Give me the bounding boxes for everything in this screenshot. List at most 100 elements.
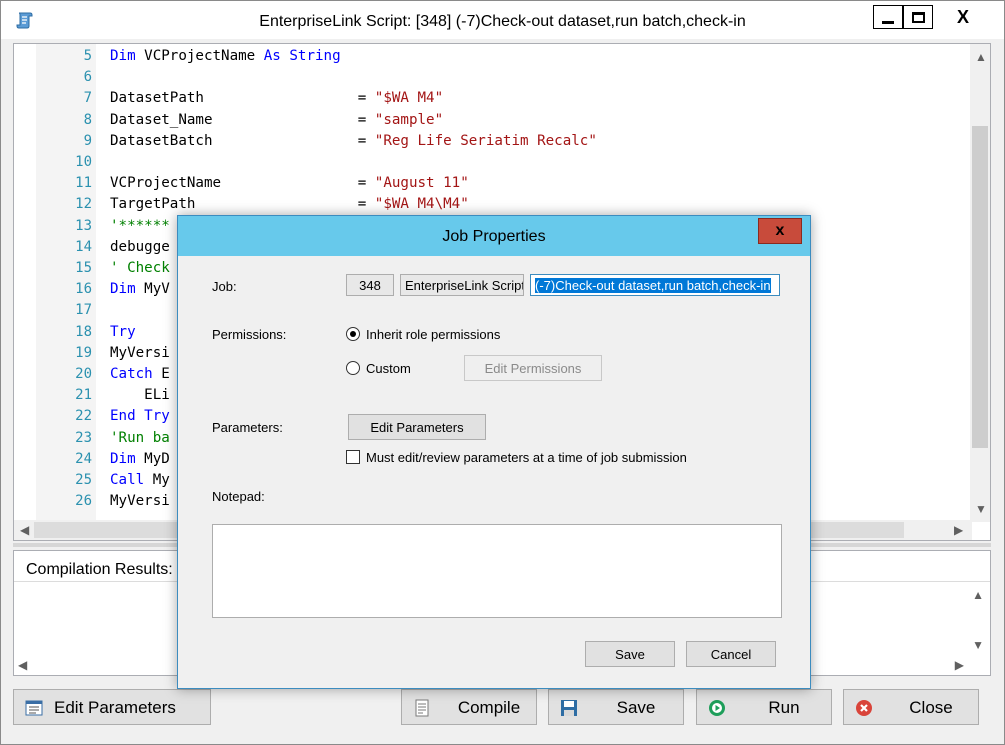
scroll-up-icon[interactable]: ▲ <box>975 50 987 64</box>
results-scroll-right-icon[interactable]: ▶ <box>955 658 964 672</box>
run-button[interactable]: Run <box>696 689 832 725</box>
line-number: 26 <box>75 493 92 510</box>
code-line: TargetPath = "$WA M4\M4" <box>110 196 469 212</box>
code-token: Dim <box>110 281 136 298</box>
code-line: debugge <box>110 239 170 255</box>
minimize-button[interactable] <box>873 5 903 29</box>
editor-gutter: 5 6 7 8 9 10 11 12 13 14 15 16 17 18 19 20 21 22 23 24 25 26 <box>14 44 96 522</box>
results-scroll-down-icon[interactable]: ▼ <box>972 638 984 652</box>
line-number: 10 <box>75 154 92 170</box>
results-scroll-left-icon[interactable]: ◀ <box>18 658 27 672</box>
scroll-left-icon[interactable]: ◀ <box>20 523 29 537</box>
line-number: 20 <box>75 366 92 382</box>
line-number: 14 <box>75 238 92 255</box>
parameters-label: Parameters: <box>212 420 283 435</box>
line-number: 18 <box>75 323 92 340</box>
window-close-button[interactable]: X <box>933 5 993 29</box>
job-type-field: EnterpriseLink Script <box>400 274 524 296</box>
code-line: Dim VCProjectName As String <box>110 48 341 64</box>
dialog-edit-parameters-button[interactable]: Edit Parameters <box>348 414 486 440</box>
compilation-results-label: Compilation Results: <box>26 561 173 578</box>
vertical-scrollbar[interactable]: ▲ ▼ <box>970 44 990 522</box>
close-button[interactable]: Close <box>843 689 979 725</box>
code-line: '****** <box>110 218 170 234</box>
inherit-permissions-radio[interactable] <box>346 327 360 341</box>
notepad-textarea[interactable] <box>212 524 782 618</box>
line-number: 15 <box>75 260 92 276</box>
line-number: 7 <box>83 90 92 107</box>
line-number: 12 <box>75 196 92 213</box>
code-line: Try <box>110 324 136 340</box>
minimize-icon <box>882 20 894 24</box>
line-number: 11 <box>75 175 92 192</box>
title-bar: EnterpriseLink Script: [348] (-7)Check-o… <box>1 1 1004 39</box>
custom-permissions-radio[interactable] <box>346 361 360 375</box>
job-label: Job: <box>212 279 237 294</box>
line-number: 22 <box>75 408 92 425</box>
code-token: Dataset_Name = <box>110 111 375 128</box>
code-line: ELi <box>110 387 170 403</box>
line-number: 21 <box>75 387 92 404</box>
job-properties-dialog: Job Properties x Job: 348 EnterpriseLink… <box>177 215 811 689</box>
dialog-close-button[interactable]: x <box>758 218 802 244</box>
code-token: ELi <box>110 387 170 404</box>
code-token: TargetPath = <box>110 196 375 213</box>
code-line: DatasetBatch = "Reg Life Seriatim Recalc… <box>110 133 597 149</box>
dialog-cancel-button[interactable]: Cancel <box>686 641 776 667</box>
compile-button[interactable]: Compile <box>401 689 537 725</box>
code-token: "$WA M4\M4" <box>374 196 469 213</box>
code-token: Try <box>110 323 136 340</box>
code-token: MyVersi <box>110 344 170 361</box>
must-edit-parameters-checkbox[interactable] <box>346 450 360 464</box>
line-number: 5 <box>83 48 92 64</box>
code-token: Call <box>110 472 145 488</box>
code-token: MyVersi <box>110 493 170 510</box>
line-number: 17 <box>75 302 92 319</box>
parameters-list-icon <box>25 700 43 716</box>
job-name-field[interactable]: (-7)Check-out dataset,run batch,check-in <box>530 274 780 296</box>
line-number: 16 <box>75 281 92 298</box>
code-token: "August 11" <box>374 175 469 192</box>
save-label: Save <box>616 698 656 717</box>
code-token: My <box>144 472 170 488</box>
code-token: 'Run ba <box>110 429 170 446</box>
line-number: 6 <box>83 69 92 86</box>
results-scroll-up-icon[interactable]: ▲ <box>972 588 984 602</box>
vertical-scroll-thumb[interactable] <box>972 126 988 448</box>
dialog-save-button[interactable]: Save <box>585 641 675 667</box>
maximize-icon <box>911 11 925 23</box>
code-line: Catch E <box>110 366 170 382</box>
edit-parameters-button[interactable]: Edit Parameters <box>13 689 211 725</box>
code-token: "$WA M4" <box>374 90 444 107</box>
code-token: debugge <box>110 238 170 255</box>
scroll-down-icon[interactable]: ▼ <box>975 502 987 516</box>
code-token: End Try <box>110 408 170 425</box>
compile-label: Compile <box>457 698 521 717</box>
edit-parameters-label: Edit Parameters <box>54 698 176 717</box>
save-button[interactable]: Save <box>548 689 684 725</box>
code-line: 'Run ba <box>110 430 170 446</box>
code-token: "Reg Life Seriatim Recalc" <box>374 132 597 149</box>
code-token: Dim <box>110 48 136 64</box>
code-token: MyD <box>135 450 170 467</box>
code-line: End Try <box>110 408 170 424</box>
job-id-field: 348 <box>346 274 394 296</box>
code-token: As String <box>263 48 341 64</box>
line-number: 19 <box>75 344 92 361</box>
line-number: 23 <box>75 429 92 446</box>
code-line: Dim MyD <box>110 451 170 467</box>
line-number: 25 <box>75 472 92 488</box>
code-token: "sample" <box>374 111 444 128</box>
maximize-button[interactable] <box>903 5 933 29</box>
line-number: 8 <box>83 111 92 128</box>
line-number: 9 <box>83 132 92 149</box>
edit-permissions-button[interactable]: Edit Permissions <box>464 355 602 381</box>
line-number: 24 <box>75 450 92 467</box>
scroll-right-icon[interactable]: ▶ <box>954 523 963 537</box>
run-label: Run <box>768 698 800 717</box>
script-window: EnterpriseLink Script: [348] (-7)Check-o… <box>0 0 1005 745</box>
code-token: E <box>152 366 170 382</box>
code-token: '****** <box>110 217 170 234</box>
code-line: Call My <box>110 472 170 488</box>
code-token: DatasetPath = <box>110 90 375 107</box>
